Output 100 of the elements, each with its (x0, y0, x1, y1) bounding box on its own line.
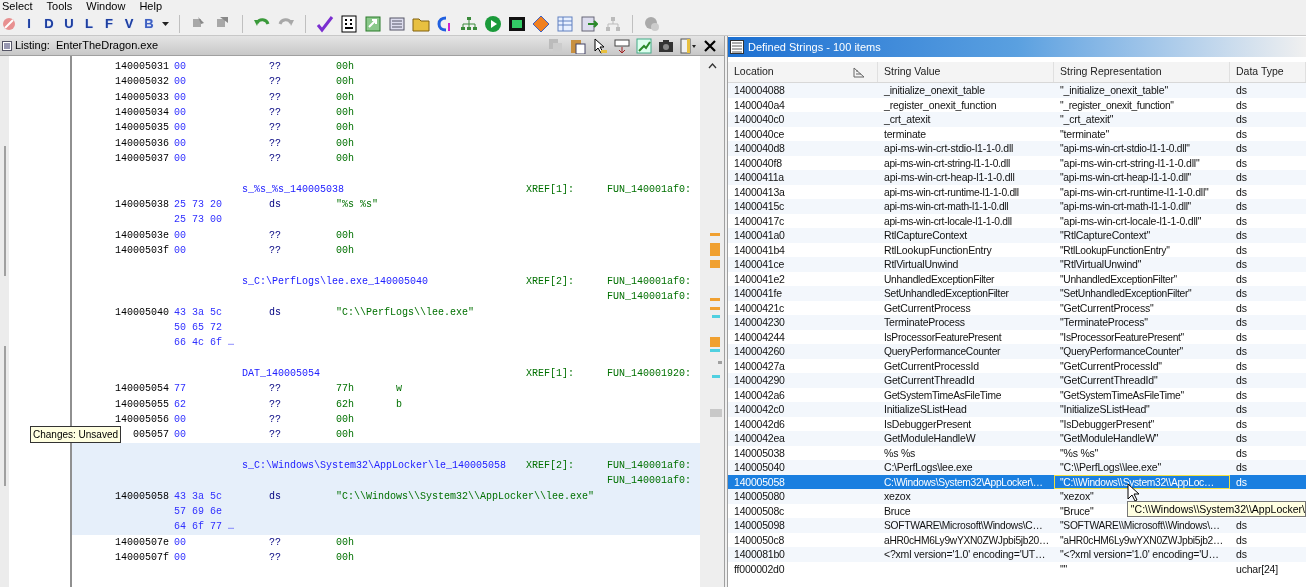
byte-values: 43 3a 5c (174, 490, 222, 502)
table-row[interactable]: 1400041a0 RtlCaptureContext "RtlCaptureContext" ds (728, 228, 1306, 243)
byte-values: 66 4c 6f … (174, 337, 234, 349)
memory-map-icon[interactable] (388, 15, 406, 33)
menu-item[interactable]: Tools (46, 0, 73, 13)
field-edit-icon[interactable] (614, 37, 630, 54)
table-row[interactable]: 140004290 GetCurrentThreadId "GetCurrentThreadId" ds (728, 373, 1306, 388)
table-cell: "GetModuleHandleW" (1060, 432, 1159, 444)
close-icon[interactable] (702, 37, 718, 54)
table-row[interactable]: 1400040c0 _crt_atexit "_crt_atexit" ds (728, 112, 1306, 127)
column-header[interactable]: String Representation (1060, 64, 1162, 80)
column-header[interactable]: String Value (884, 64, 941, 80)
table-cell: ds (1236, 113, 1247, 125)
address: 140005055 (115, 398, 169, 410)
address: 140005040 (115, 306, 169, 318)
mnemonic: ?? (269, 383, 281, 395)
byte-values: 00 (174, 229, 186, 241)
table-cell: ds (1236, 142, 1247, 154)
table-row[interactable]: 140005040 C:\PerfLogs\lee.exe "C:\\PerfLogs\\lee.exe" ds (728, 460, 1306, 475)
table-cell: "TerminateProcess" (1060, 316, 1148, 328)
scroll-up-icon[interactable] (707, 63, 717, 69)
export-icon[interactable] (364, 15, 382, 33)
toolbar-letter-button[interactable]: L (82, 14, 96, 34)
table-cell: "UnhandledExceptionFilter" (1060, 273, 1177, 285)
table-cell: 1400041e2 (734, 272, 785, 285)
table-cell: ds (1236, 403, 1247, 415)
table-row[interactable]: 14000411a api-ms-win-crt-heap-l1-1-0.dll "api-ms-win-crt-heap-l1-1-0.dll" ds (728, 170, 1306, 185)
operand: 00h (336, 122, 354, 134)
sort-icon[interactable] (853, 66, 865, 78)
menu-item[interactable]: Help (139, 0, 162, 13)
toolbar-letter-button[interactable]: D (42, 14, 56, 34)
byte-values: 57 69 6e (174, 505, 222, 517)
table-cell: "api-ms-win-crt-locale-l1-1-0.dll" (1060, 214, 1202, 227)
table-row[interactable]: 1400041ce RtlVirtualUnwind "RtlVirtualUnwind" ds (728, 257, 1306, 272)
table-cell: api-ms-win-crt-stdio-l1-1-0.dll (884, 142, 1014, 154)
table-cell: _crt_atexit (884, 113, 931, 125)
toolbar-letter-button[interactable]: F (102, 14, 116, 34)
options-icon[interactable] (680, 37, 696, 54)
toolbar-letter-button[interactable]: B (142, 14, 156, 34)
toolbar-letter-button[interactable]: V (122, 14, 136, 34)
table-row[interactable]: 140005098 SOFTWARE\Microsoft\Windows\C… "SOFTWARE\\Microsoft\\Windows\… ds (728, 518, 1306, 533)
diamond-icon[interactable] (532, 15, 550, 33)
operand: 00h (336, 245, 354, 257)
column-header[interactable]: Location (734, 64, 774, 80)
diff-icon[interactable] (636, 37, 652, 54)
table-cell: 140004088 (734, 84, 785, 96)
byte-values: 43 3a 5c (174, 306, 222, 318)
menu-item[interactable]: Window (86, 0, 126, 13)
caret-down-icon[interactable] (162, 22, 169, 26)
table-row[interactable]: 1400081b0 <?xml version='1.0' encoding='UT… "<?xml version='1.0' encoding='U… ds (728, 547, 1306, 562)
table-cell: ds (1236, 388, 1247, 401)
table-cell: ds (1236, 345, 1247, 357)
table-cell: 140005038 (734, 446, 785, 459)
table-row[interactable]: 1400042ea GetModuleHandleW "GetModuleHandleW" ds (728, 431, 1306, 446)
address: 140005038 (115, 199, 169, 211)
table-icon[interactable] (556, 15, 574, 33)
table-cell: "terminate" (1060, 127, 1110, 140)
table-row[interactable]: 140004230 TerminateProcess "TerminateProcess" ds (728, 315, 1306, 330)
table-cell: 1400041a0 (734, 229, 785, 241)
table-cell: "GetCurrentThreadId" (1060, 374, 1158, 386)
table-row[interactable]: 14000415c api-ms-win-crt-math-l1-1-0.dll "api-ms-win-crt-math-l1-1-0.dll" ds (728, 199, 1306, 214)
paste-icon[interactable] (570, 37, 586, 54)
table-cell: 14000413a (734, 185, 785, 198)
operand: 00h (336, 91, 354, 103)
menu-item[interactable]: Select (2, 0, 33, 13)
table-row[interactable]: 1400040d8 api-ms-win-crt-stdio-l1-1-0.dll "api-ms-win-crt-stdio-l1-1-0.dll" ds (728, 141, 1306, 156)
table-cell: ds (1236, 156, 1247, 169)
folder-icon[interactable] (412, 15, 430, 33)
film-icon[interactable] (508, 15, 526, 33)
table-cell: C:\Windows\System32\AppLocker\… (884, 476, 1043, 488)
checkmark-icon[interactable] (316, 15, 334, 33)
operand: "C:\\PerfLogs\\lee.exe" (336, 306, 475, 318)
cursor-icon[interactable] (592, 37, 608, 54)
table-cell: "Bruce" (1060, 504, 1094, 517)
table-cell: "GetCurrentProcessId" (1060, 359, 1162, 372)
table-row[interactable]: 1400041fe SetUnhandledExceptionFilter "SetUnhandledExceptionFilter" ds (728, 286, 1306, 301)
camera-icon[interactable] (658, 37, 674, 54)
table-cell: 1400041fe (734, 287, 782, 299)
table-cell: "IsProcessorFeaturePresent" (1060, 331, 1184, 343)
table-cell: "GetCurrentProcess" (1060, 301, 1154, 314)
byte-values: 50 65 72 (174, 321, 222, 333)
play-icon[interactable] (484, 15, 502, 33)
address: 140005033 (115, 91, 169, 103)
byte-values: 62 (174, 398, 186, 410)
table-cell: 1400040d8 (734, 142, 785, 154)
table-row[interactable]: 140004260 QueryPerformanceCounter "QueryPerformanceCounter" ds (728, 344, 1306, 359)
table-cell: 14000417c (734, 214, 785, 227)
table-cell: 140004260 (734, 345, 785, 357)
table-cell: SOFTWARE\Microsoft\Windows\C… (884, 520, 1043, 531)
toolbar-letter-button[interactable]: I (22, 14, 36, 34)
table-cell: RtlLookupFunctionEntry (884, 243, 992, 256)
toolbar-letter-button[interactable]: U (62, 14, 76, 34)
tree-icon[interactable] (460, 15, 478, 33)
table-row[interactable]: 140005080 xezox "xezox" (728, 489, 1306, 504)
table-cell: "aHR0cHM6Ly9wYXN0ZWJpbi5jb2… (1060, 534, 1223, 546)
table-row[interactable]: 140004088 _initialize_onexit_table "_initialize_onexit_table" ds (728, 83, 1306, 98)
column-header[interactable]: Data Type (1236, 64, 1284, 80)
arrow-out-icon[interactable] (580, 15, 598, 33)
table-row[interactable]: 1400042c0 InitializeSListHead "InitializeSListHead" ds (728, 402, 1306, 417)
mnemonic: ?? (269, 229, 281, 241)
